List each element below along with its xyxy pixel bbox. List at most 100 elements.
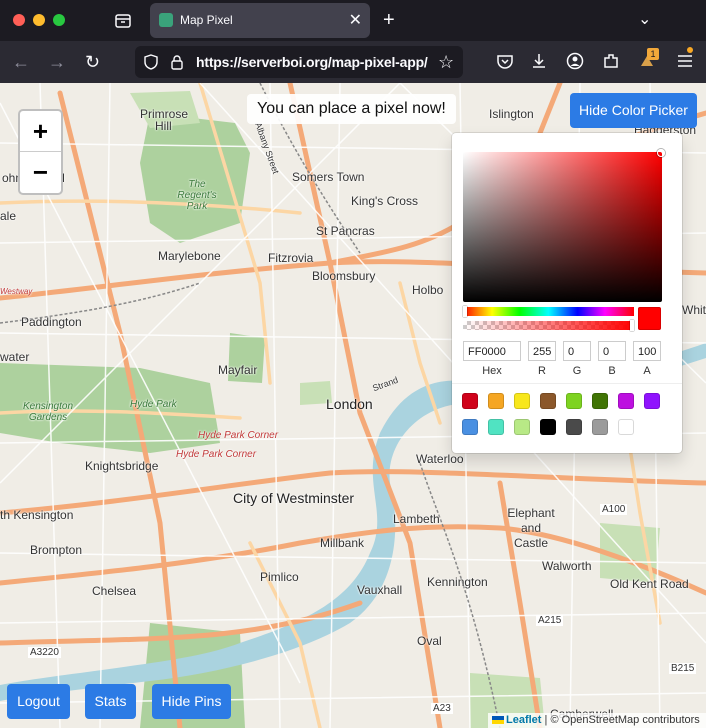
- hide-pins-button[interactable]: Hide Pins: [152, 684, 231, 719]
- preset-swatch[interactable]: [618, 419, 634, 435]
- osm-attribution[interactable]: © OpenStreetMap contributors: [550, 714, 699, 726]
- maximize-window-button[interactable]: [53, 14, 65, 26]
- map-label-b215: B215: [669, 663, 697, 674]
- minimize-window-button[interactable]: [33, 14, 45, 26]
- map-label-a100: A100: [600, 504, 628, 515]
- preset-swatch[interactable]: [540, 393, 556, 409]
- g-input[interactable]: 0: [563, 341, 591, 361]
- b-label: B: [608, 365, 616, 377]
- preset-swatch[interactable]: [592, 419, 608, 435]
- shield-icon[interactable]: [143, 54, 159, 70]
- notification-dot: [687, 47, 693, 53]
- close-window-button[interactable]: [13, 14, 25, 26]
- map-label-oval: Oval: [417, 634, 442, 648]
- tab-map-pixel[interactable]: Map Pixel ✕: [150, 3, 370, 38]
- map-label-knightsbridge: Knightsbridge: [85, 459, 159, 473]
- extension-badge: 1: [647, 48, 659, 60]
- color-picker-panel: FF0000 255 0 0 100 Hex R G B A: [452, 133, 682, 453]
- map-label-a3220: A3220: [28, 647, 61, 658]
- preset-swatch[interactable]: [540, 419, 556, 435]
- preset-swatch[interactable]: [618, 393, 634, 409]
- map-label-walworth: Walworth: [542, 559, 592, 573]
- preset-swatch[interactable]: [514, 419, 530, 435]
- map-label-water: water: [0, 350, 30, 364]
- map-label-a23: A23: [431, 703, 453, 714]
- attribution-separator: |: [544, 714, 548, 726]
- extensions-icon[interactable]: [602, 52, 620, 70]
- swatch-divider: [452, 383, 682, 384]
- map-label-south-kensington: th Kensington: [0, 508, 74, 522]
- map-favicon-icon: [159, 13, 173, 27]
- account-icon[interactable]: [566, 52, 584, 70]
- saturation-area[interactable]: [463, 149, 665, 302]
- alpha-slider-thumb[interactable]: [630, 320, 634, 331]
- a-input[interactable]: 100: [633, 341, 661, 361]
- preset-swatch[interactable]: [514, 393, 530, 409]
- g-label: G: [572, 365, 582, 377]
- logout-button[interactable]: Logout: [7, 684, 70, 719]
- map-label-white: White: [682, 303, 706, 317]
- map-label-islington: Islington: [489, 107, 534, 121]
- map-label-a215: A215: [536, 615, 564, 626]
- back-arrow-icon[interactable]: ←: [12, 52, 30, 73]
- map-label-marylebone: Marylebone: [158, 249, 221, 263]
- map-label-regents-park: The Regent's Park: [177, 179, 217, 212]
- saturation-cursor[interactable]: [657, 149, 665, 157]
- preset-swatch[interactable]: [488, 393, 504, 409]
- hex-label: Hex: [482, 365, 502, 377]
- map-label-somers-town: Somers Town: [292, 170, 365, 184]
- leaflet-link[interactable]: Leaflet: [506, 714, 541, 726]
- map-label-kennington: Kennington: [427, 575, 488, 589]
- map-label-westway: Westway: [0, 287, 33, 296]
- preset-swatch[interactable]: [566, 419, 582, 435]
- hex-input[interactable]: FF0000: [463, 341, 521, 361]
- map-label-kensington-gardens: Kensington Gardens: [22, 401, 74, 423]
- ukraine-flag-icon: [492, 716, 504, 725]
- download-icon[interactable]: [530, 52, 548, 70]
- url-bar[interactable]: https://serverboi.org/map-pixel-app/: [135, 46, 463, 78]
- map-label-mayfair: Mayfair: [218, 363, 258, 377]
- reload-icon[interactable]: ↻: [85, 52, 100, 73]
- map-label-old-kent-road: Old Kent Road: [610, 577, 689, 591]
- map-label-paddington: Paddington: [21, 315, 82, 329]
- close-tab-icon[interactable]: ✕: [349, 10, 362, 30]
- browser-navbar: ← → ↻ https://serverboi.org/map-pixel-ap…: [0, 41, 706, 83]
- status-toast: You can place a pixel now!: [247, 94, 456, 124]
- map-label-kings-cross: King's Cross: [351, 194, 418, 208]
- alpha-slider[interactable]: [463, 320, 634, 331]
- pocket-icon[interactable]: [496, 53, 514, 71]
- map-attribution: Leaflet | © OpenStreetMap contributors: [488, 713, 706, 728]
- preset-swatch[interactable]: [592, 393, 608, 409]
- map-label-hill: Hill: [155, 119, 172, 133]
- hue-slider[interactable]: [463, 306, 634, 317]
- stats-button[interactable]: Stats: [85, 684, 136, 719]
- zoom-in-button[interactable]: +: [20, 111, 61, 151]
- hue-slider-thumb[interactable]: [463, 306, 467, 317]
- zoom-out-button[interactable]: −: [20, 151, 61, 192]
- map-label-vale: ale: [0, 209, 17, 223]
- hide-color-picker-button[interactable]: Hide Color Picker: [570, 93, 697, 128]
- lock-icon[interactable]: [170, 54, 184, 70]
- b-input[interactable]: 0: [598, 341, 626, 361]
- tab-manager-icon[interactable]: [112, 10, 134, 32]
- preset-swatch[interactable]: [566, 393, 582, 409]
- map-label-pimlico: Pimlico: [260, 570, 299, 584]
- a-label: A: [643, 365, 651, 377]
- map-label-vauxhall: Vauxhall: [357, 583, 403, 597]
- preset-swatch[interactable]: [488, 419, 504, 435]
- preset-swatch[interactable]: [644, 393, 660, 409]
- map-label-st-pancras: St Pancras: [316, 224, 375, 238]
- forward-arrow-icon[interactable]: →: [48, 52, 66, 73]
- map-label-london: London: [326, 396, 373, 412]
- map-label-waterloo: Waterloo: [416, 452, 464, 466]
- preset-swatch[interactable]: [462, 419, 478, 435]
- bookmark-star-icon[interactable]: ☆: [438, 52, 454, 73]
- menu-icon[interactable]: [676, 53, 694, 69]
- preset-swatch[interactable]: [462, 393, 478, 409]
- map-label-city-of-westminster: City of Westminster: [233, 490, 355, 506]
- map-label-hyde-park-corner-2: Hyde Park Corner: [176, 449, 257, 460]
- r-input[interactable]: 255: [528, 341, 556, 361]
- chevron-down-icon[interactable]: ⌄: [638, 9, 651, 29]
- new-tab-icon[interactable]: +: [383, 9, 395, 32]
- map-label-elephant-and-castle: Elephant and Castle: [507, 506, 555, 550]
